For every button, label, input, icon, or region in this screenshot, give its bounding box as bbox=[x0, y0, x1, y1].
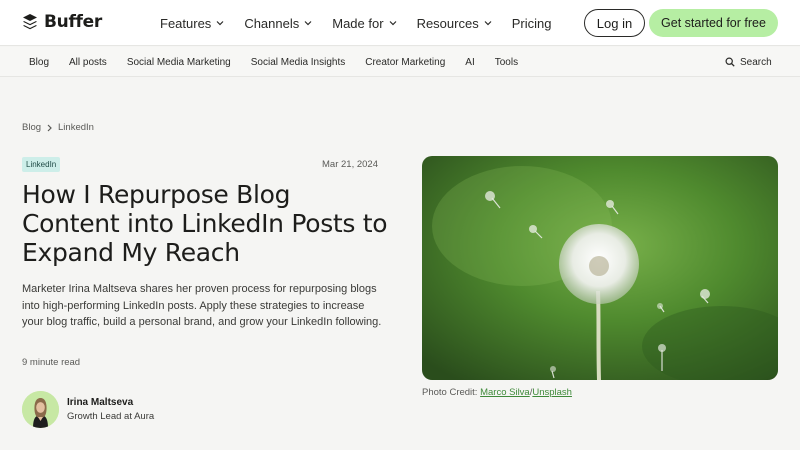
chevron-down-icon bbox=[304, 21, 312, 26]
author-photo bbox=[22, 391, 59, 428]
chevron-right-icon bbox=[47, 124, 52, 131]
search-label: Search bbox=[740, 56, 772, 68]
subnav-item-blog[interactable]: Blog bbox=[29, 57, 49, 68]
read-time: 9 minute read bbox=[22, 357, 81, 368]
subnav-item-social-media-marketing[interactable]: Social Media Marketing bbox=[127, 57, 231, 68]
blog-subnav: Blog All posts Social Media Marketing So… bbox=[0, 47, 800, 77]
author-role: Growth Lead at Aura bbox=[67, 411, 155, 422]
unsplash-link[interactable]: Unsplash bbox=[532, 387, 572, 398]
breadcrumb-blog[interactable]: Blog bbox=[22, 122, 41, 133]
author-name[interactable]: Irina Maltseva bbox=[67, 397, 154, 408]
search-icon bbox=[725, 57, 735, 67]
nav-pricing[interactable]: Pricing bbox=[512, 16, 552, 31]
search-button[interactable]: Search bbox=[725, 47, 772, 77]
photo-credit-prefix: Photo Credit: bbox=[422, 387, 481, 398]
subnav-item-ai[interactable]: AI bbox=[465, 57, 474, 68]
nav-made-for-label: Made for bbox=[332, 15, 384, 31]
hero-image bbox=[422, 156, 778, 380]
breadcrumb: Blog LinkedIn bbox=[22, 122, 94, 133]
author-avatar bbox=[22, 391, 59, 428]
author-block[interactable]: Irina Maltseva Growth Lead at Aura bbox=[22, 391, 154, 428]
publish-date: Mar 21, 2024 bbox=[322, 159, 378, 170]
subnav-item-social-media-insights[interactable]: Social Media Insights bbox=[251, 57, 346, 68]
chevron-down-icon bbox=[484, 21, 492, 26]
get-started-button[interactable]: Get started for free bbox=[649, 9, 778, 37]
nav-features[interactable]: Features bbox=[160, 16, 224, 31]
main-menu: Features Channels Made for Resources Pri… bbox=[160, 0, 571, 46]
subnav-item-all-posts[interactable]: All posts bbox=[69, 57, 107, 68]
category-tag[interactable]: LinkedIn bbox=[22, 157, 61, 172]
subnav-links: Blog All posts Social Media Marketing So… bbox=[29, 47, 538, 77]
subnav-item-tools[interactable]: Tools bbox=[495, 57, 518, 68]
login-button[interactable]: Log in bbox=[584, 9, 645, 37]
buffer-logo-icon bbox=[23, 14, 37, 30]
article-summary: Marketer Irina Maltseva shares her prove… bbox=[22, 283, 382, 328]
dandelion-photo bbox=[422, 156, 778, 380]
nav-channels-label: Channels bbox=[244, 15, 300, 31]
nav-made-for[interactable]: Made for bbox=[332, 16, 396, 31]
buffer-logo[interactable]: Buffer bbox=[22, 12, 102, 32]
chevron-down-icon bbox=[216, 21, 224, 26]
nav-channels[interactable]: Channels bbox=[244, 16, 312, 31]
author-info: Irina Maltseva Growth Lead at Aura bbox=[67, 397, 154, 422]
breadcrumb-linkedin[interactable]: LinkedIn bbox=[58, 122, 94, 133]
top-navbar: Buffer Features Channels Made for Resour… bbox=[0, 0, 800, 46]
article-title: How I Repurpose Blog Content into Linked… bbox=[22, 180, 388, 267]
nav-pricing-label: Pricing bbox=[511, 15, 552, 31]
nav-resources-label: Resources bbox=[416, 15, 479, 31]
brand-name: Buffer bbox=[44, 12, 102, 32]
chevron-down-icon bbox=[389, 21, 396, 26]
nav-resources[interactable]: Resources bbox=[417, 16, 492, 31]
subnav-item-creator-marketing[interactable]: Creator Marketing bbox=[365, 57, 445, 68]
photographer-link[interactable]: Marco Silva bbox=[480, 387, 530, 398]
photo-credit: Photo Credit: Marco Silva/Unsplash bbox=[422, 387, 572, 398]
nav-features-label: Features bbox=[160, 15, 212, 31]
